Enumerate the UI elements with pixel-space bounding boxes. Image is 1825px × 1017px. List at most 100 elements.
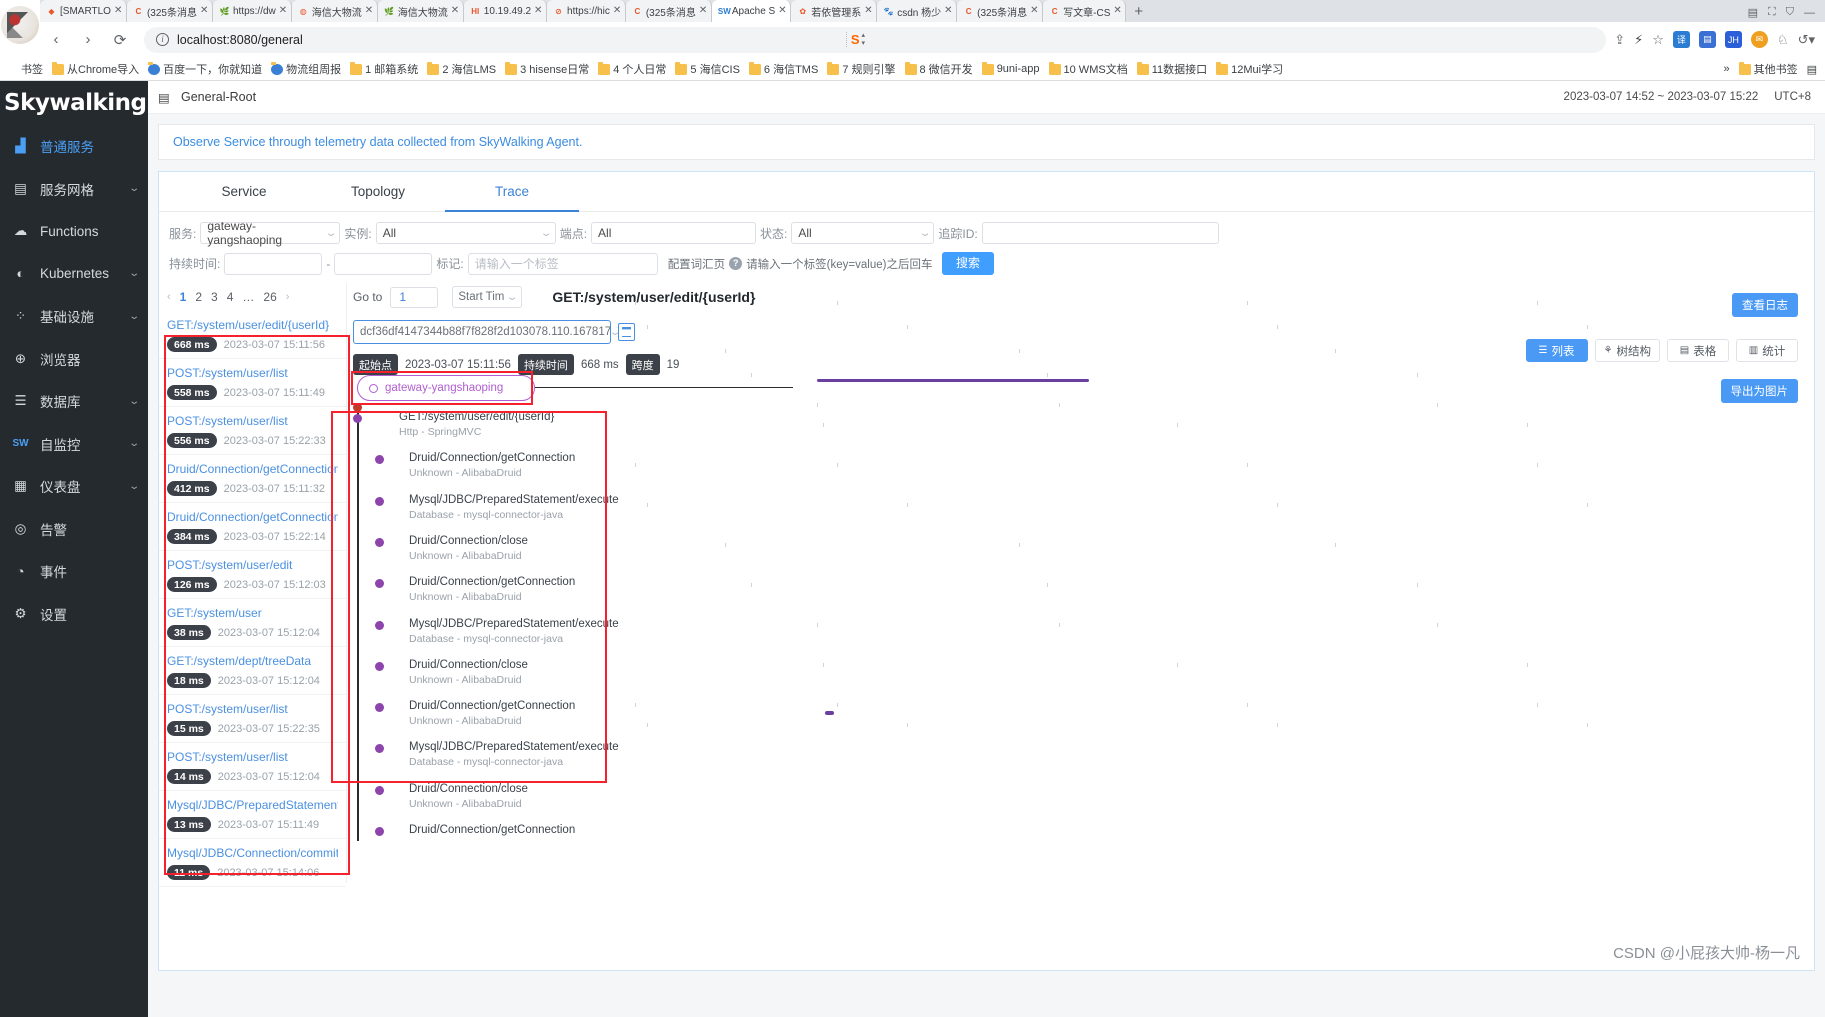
bookmarks-overflow-button[interactable]: » xyxy=(1723,63,1729,75)
bookmark-item[interactable]: 书签 xyxy=(6,61,43,77)
address-bar[interactable]: i localhost:8080/general S ▴ ▾ xyxy=(144,26,1607,53)
translate-icon[interactable]: 译 xyxy=(1672,31,1690,48)
share-icon[interactable]: ⇪ xyxy=(1614,32,1625,48)
profile-avatar[interactable] xyxy=(0,0,40,50)
bookmark-item[interactable]: 5 海信CIS xyxy=(675,61,740,77)
bookmark-item[interactable]: 3 hisense日常 xyxy=(505,61,589,77)
bookmark-item[interactable]: 百度一下，你就知道 xyxy=(148,61,262,77)
mail-icon[interactable]: ✉ xyxy=(1750,31,1768,48)
trace-list-item[interactable]: POST:/system/user/list 558 ms 2023-03-07 1… xyxy=(159,359,346,407)
sidebar-item-0[interactable]: ▟ 普通服务 xyxy=(0,125,148,168)
span-row[interactable]: Mysql/JDBC/PreparedStatement/execute Data… xyxy=(347,494,767,521)
close-icon[interactable]: ✕ xyxy=(365,6,374,16)
pagination-page[interactable]: 1 xyxy=(180,290,187,304)
chevron-down-icon[interactable]: ⌄ xyxy=(128,311,140,322)
trace-list-item[interactable]: GET:/system/user/edit/{userId} 668 ms 2023… xyxy=(159,311,346,359)
browser-tab[interactable]: C (325条消息 ✕ xyxy=(126,0,213,22)
pagination-page[interactable]: … xyxy=(242,290,254,304)
chevron-down-icon[interactable]: ⌄ xyxy=(128,183,140,194)
view-mode-统计[interactable]: ▥ 统计 xyxy=(1736,339,1798,362)
span-row[interactable]: Druid/Connection/close Unknown - AlibabaD… xyxy=(347,659,767,686)
vocab-link[interactable]: 配置词汇页 xyxy=(668,256,726,272)
browser-tab[interactable]: C 写文章-CS ✕ xyxy=(1043,0,1127,22)
sidebar-item-2[interactable]: ☁ Functions xyxy=(0,210,148,253)
layout-icon[interactable]: ⛶ xyxy=(1768,6,1776,19)
browser-tab[interactable]: ◍ 海信大物流 ✕ xyxy=(291,0,378,22)
tags-input[interactable]: 请输入一个标签 xyxy=(467,252,658,275)
span-row[interactable]: GET:/system/user/edit/{userId} Http - Spr… xyxy=(347,411,767,438)
new-tab-button[interactable]: + xyxy=(1126,3,1151,22)
chevron-down-icon[interactable]: ⌄ xyxy=(128,481,140,492)
span-row[interactable]: Druid/Connection/getConnection Unknown - … xyxy=(347,700,767,727)
forward-button[interactable]: › xyxy=(76,28,100,52)
close-icon[interactable]: ✕ xyxy=(864,6,873,16)
close-icon[interactable]: ✕ xyxy=(1113,6,1122,16)
trace-list-item[interactable]: POST:/system/user/list 15 ms 2023-03-07 15… xyxy=(159,695,346,743)
span-row[interactable]: Druid/Connection/getConnection Unknown - … xyxy=(347,452,767,479)
sidebar-item-4[interactable]: ⁘ 基础设施 ⌄ xyxy=(0,295,148,338)
bookmark-item[interactable]: 1 邮箱系统 xyxy=(350,61,418,77)
pagination-page[interactable]: 26 xyxy=(263,290,276,304)
trace-list-item[interactable]: POST:/system/user/edit 126 ms 2023-03-07 1… xyxy=(159,551,346,599)
bookmark-item[interactable]: 4 个人日常 xyxy=(598,61,666,77)
bookmark-item[interactable]: 2 海信LMS xyxy=(427,61,496,77)
span-row[interactable]: Mysql/JDBC/PreparedStatement/execute Data… xyxy=(347,741,767,768)
pagination-next[interactable]: › xyxy=(286,291,290,303)
history-icon[interactable]: ↺▾ xyxy=(1798,32,1815,48)
bookmark-item[interactable]: 7 规则引擎 xyxy=(827,61,896,77)
collapse-menu-icon[interactable]: ▤ xyxy=(158,90,173,105)
time-range-picker[interactable]: 2023-03-07 14:52 ~ 2023-03-07 15:22 xyxy=(1564,91,1759,103)
other-bookmarks[interactable]: 其他书签 xyxy=(1738,61,1798,77)
shield-icon[interactable]: ⛉ xyxy=(1786,6,1794,19)
trace-list-item[interactable]: GET:/system/user 38 ms 2023-03-07 15:12:04 xyxy=(159,599,346,647)
browser-tab[interactable]: C (325条消息 ✕ xyxy=(957,0,1044,22)
pagination-prev[interactable]: ‹ xyxy=(167,291,171,303)
sidebar-item-5[interactable]: ⊕ 浏览器 xyxy=(0,338,148,381)
help-icon[interactable]: ? xyxy=(729,257,743,270)
browser-tab[interactable]: C (325条消息 ✕ xyxy=(625,0,712,22)
service-node[interactable]: gateway-yangshaoping xyxy=(357,375,535,401)
chevron-down-icon[interactable]: ⌄ xyxy=(128,396,140,407)
sidebar-item-3[interactable]: ◐ Kubernetes ⌄ xyxy=(0,253,148,296)
close-icon[interactable]: ✕ xyxy=(114,6,123,16)
view-log-button[interactable]: 查看日志 xyxy=(1732,293,1798,317)
trace-list-item[interactable]: POST:/system/user/list 14 ms 2023-03-07 15… xyxy=(159,743,346,791)
pagination-page[interactable]: 2 xyxy=(195,290,202,304)
flash-icon[interactable]: ⚡ xyxy=(1634,32,1643,48)
chevron-down-icon[interactable]: ⌄ xyxy=(128,438,140,449)
back-button[interactable]: ‹ xyxy=(44,28,68,52)
reader-icon[interactable]: ▤ xyxy=(1698,31,1716,48)
sidebar-item-7[interactable]: SW 自监控 ⌄ xyxy=(0,423,148,466)
reload-button[interactable]: ⟳ xyxy=(108,28,132,52)
close-icon[interactable]: ✕ xyxy=(451,6,460,16)
trace-list-item[interactable]: GET:/system/dept/treeData 18 ms 2023-03-07… xyxy=(159,647,346,695)
minimize-button[interactable]: — xyxy=(1804,7,1815,19)
sidebar-item-6[interactable]: ☰ 数据库 ⌄ xyxy=(0,380,148,423)
browser-tab[interactable]: HI 10.19.49.2 ✕ xyxy=(463,0,548,22)
close-icon[interactable]: ✕ xyxy=(944,6,953,16)
instance-select[interactable]: All ⌄ xyxy=(375,222,556,244)
trace-list-item[interactable]: Druid/Connection/getConnection 412 ms 2023… xyxy=(159,455,346,503)
bookmark-item[interactable]: 9uni-app xyxy=(981,61,1040,75)
browser-tab[interactable]: 🐾 csdn 杨少 ✕ xyxy=(877,0,958,22)
browser-tab[interactable]: 🌿 https://dw ✕ xyxy=(212,0,292,22)
close-icon[interactable]: ✕ xyxy=(699,6,708,16)
span-row[interactable]: Druid/Connection/close Unknown - AlibabaD… xyxy=(347,783,767,810)
browser-tab[interactable]: ◆ [SMARTLO ✕ xyxy=(40,0,127,22)
view-mode-列表[interactable]: ☰ 列表 xyxy=(1525,339,1588,362)
close-icon[interactable]: ✕ xyxy=(613,6,622,16)
close-icon[interactable]: ✕ xyxy=(1030,6,1039,16)
status-select[interactable]: All ⌄ xyxy=(791,222,935,244)
bookmark-item[interactable]: 11数据接口 xyxy=(1136,61,1207,77)
bookmark-item[interactable]: 物流组周报 xyxy=(271,61,341,77)
view-mode-树结构[interactable]: ⚘ 树结构 xyxy=(1594,339,1660,362)
pagination-page[interactable]: 3 xyxy=(211,290,218,304)
trace-list-item[interactable]: Druid/Connection/getConnection 384 ms 2023… xyxy=(159,503,346,551)
close-icon[interactable]: ✕ xyxy=(279,6,288,16)
span-row[interactable]: Druid/Connection/getConnection xyxy=(347,824,767,836)
pagination-page[interactable]: 4 xyxy=(227,290,234,304)
sidebar-item-9[interactable]: ◎ 告警 xyxy=(0,508,148,551)
bookmark-item[interactable]: 6 海信TMS xyxy=(748,61,818,77)
device-icon[interactable]: ▤ xyxy=(1748,6,1758,19)
trace-list-item[interactable]: POST:/system/user/list 556 ms 2023-03-07 1… xyxy=(159,407,346,455)
